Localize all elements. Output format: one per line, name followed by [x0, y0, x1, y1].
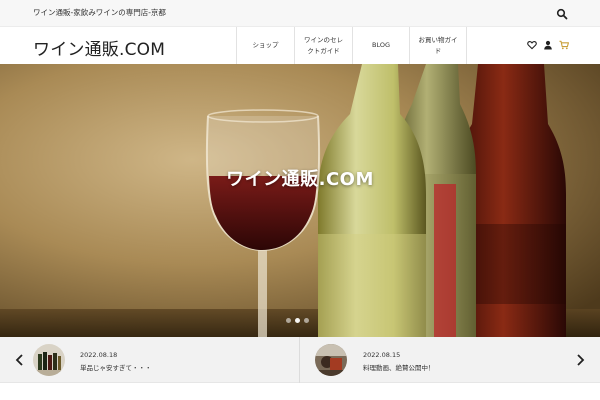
search-icon[interactable]: [556, 8, 568, 20]
hero-slider[interactable]: ワイン通販.COM: [0, 64, 600, 337]
news-date: 2022.08.15: [363, 351, 401, 359]
chevron-left-icon[interactable]: [15, 353, 25, 367]
site-tagline: ワイン通販-家飲みワインの専門店-京都: [33, 8, 166, 17]
cart-icon[interactable]: [559, 40, 569, 50]
news-title: 料理動画、絶賛公開中！: [363, 364, 435, 372]
nav-item-label: ド: [434, 46, 442, 55]
main-nav: ショップ ワインのセレ クトガイド BLOG お買い物ガイ ド: [236, 27, 467, 64]
nav-item-shopping-guide[interactable]: お買い物ガイ ド: [409, 27, 467, 64]
top-bar: ワイン通販-家飲みワインの専門店-京都: [0, 0, 600, 27]
nav-item-label: BLOG: [371, 41, 390, 50]
hero-image-wine: [0, 64, 600, 337]
nav-item-label: ショップ: [252, 41, 279, 50]
nav-item-select-guide[interactable]: ワインのセレ クトガイド: [294, 27, 352, 64]
slider-dot-2[interactable]: [295, 318, 300, 323]
nav-item-shop[interactable]: ショップ: [236, 27, 294, 64]
news-title: 単品じゃ安すぎて・・・: [80, 364, 152, 372]
site-logo[interactable]: ワイン通販.COM: [33, 35, 165, 60]
user-icon[interactable]: [543, 40, 553, 50]
chevron-right-icon[interactable]: [575, 353, 585, 367]
heart-icon[interactable]: [527, 40, 537, 50]
hero-title: ワイン通販.COM: [226, 169, 374, 190]
nav-item-label: クトガイド: [307, 46, 340, 55]
nav-item-label: ワインのセレ: [304, 36, 343, 45]
news-thumbnail-video: [315, 344, 347, 376]
news-divider: [299, 337, 300, 383]
header-icons: [527, 40, 569, 50]
news-carousel: 2022.08.18 単品じゃ安すぎて・・・ 2022.08.15 料理動画、絶…: [0, 337, 600, 383]
nav-item-blog[interactable]: BLOG: [352, 27, 409, 64]
slider-dots: [286, 318, 309, 323]
slider-dot-3[interactable]: [304, 318, 309, 323]
news-thumbnail-bottles: [33, 344, 65, 376]
nav-item-label: お買い物ガイ: [418, 36, 458, 45]
news-date: 2022.08.18: [80, 351, 118, 359]
slider-dot-1[interactable]: [286, 318, 291, 323]
